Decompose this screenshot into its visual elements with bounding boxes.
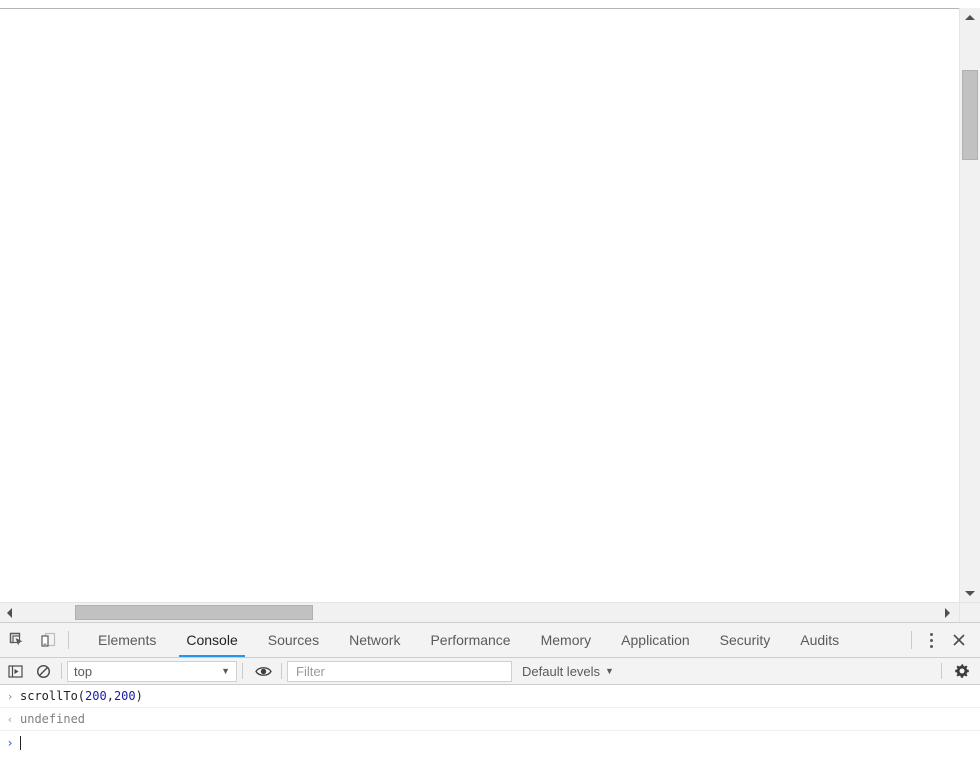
text-caret [20, 736, 21, 750]
token-plain: scrollTo( [20, 689, 85, 703]
prompt-chevron-icon: › [0, 736, 20, 750]
console-prompt-row[interactable]: › [0, 731, 980, 755]
toolbar-divider [61, 663, 62, 679]
eye-icon[interactable] [250, 659, 276, 683]
chevron-down-icon: ▼ [605, 666, 614, 676]
page-content-area[interactable] [0, 9, 959, 602]
tab-label: Audits [800, 632, 839, 648]
devtools-window: Elements Console Sources Network Perform… [0, 0, 980, 782]
tab-network[interactable]: Network [334, 623, 415, 657]
toolbar-divider [911, 631, 912, 649]
tab-application[interactable]: Application [606, 623, 705, 657]
page-horizontal-scrollbar[interactable] [0, 602, 959, 622]
console-filter-input[interactable] [287, 661, 512, 682]
close-icon[interactable] [944, 627, 974, 653]
tab-label: Memory [541, 632, 592, 648]
console-toolbar-right-controls [936, 659, 980, 683]
tab-label: Performance [430, 632, 510, 648]
tab-performance[interactable]: Performance [415, 623, 525, 657]
console-sidebar-icon[interactable] [2, 659, 28, 683]
more-options-icon[interactable] [918, 627, 944, 653]
scrollbar-corner [959, 602, 980, 622]
result-chevron-icon: ‹ [0, 711, 20, 728]
chevron-down-icon: ▼ [221, 666, 230, 676]
toolbar-divider [242, 663, 243, 679]
input-chevron-icon: › [0, 688, 20, 705]
tabstrip-right-controls [905, 627, 980, 653]
device-toolbar-icon[interactable] [34, 626, 62, 654]
console-input-message[interactable]: › scrollTo(200,200) [0, 685, 980, 708]
toolbar-divider [68, 631, 69, 649]
console-input-text: scrollTo(200,200) [20, 688, 980, 705]
tab-label: Elements [98, 632, 156, 648]
devtools-panel: Elements Console Sources Network Perform… [0, 622, 980, 782]
execution-context-value: top [74, 664, 92, 679]
triangle-down-icon [965, 591, 975, 596]
scroll-left-button[interactable] [0, 603, 18, 622]
token-number: 200 [114, 689, 136, 703]
scroll-down-button[interactable] [960, 584, 980, 602]
toolbar-divider [281, 663, 282, 679]
tab-label: Security [720, 632, 771, 648]
scroll-right-button[interactable] [938, 603, 956, 622]
token-undefined: undefined [20, 712, 85, 726]
toolbar-divider [941, 663, 942, 679]
vertical-scrollbar-thumb[interactable] [962, 70, 978, 160]
execution-context-select[interactable]: top ▼ [67, 661, 237, 682]
triangle-right-icon [945, 608, 950, 618]
token-plain: ) [136, 689, 143, 703]
log-levels-value: Default levels [522, 664, 600, 679]
tab-label: Console [186, 632, 237, 648]
tab-label: Application [621, 632, 690, 648]
tab-elements[interactable]: Elements [83, 623, 171, 657]
devtools-tab-list: Elements Console Sources Network Perform… [83, 623, 854, 657]
tab-security[interactable]: Security [705, 623, 786, 657]
console-result-text: undefined [20, 711, 980, 728]
scroll-up-button[interactable] [960, 8, 980, 26]
token-plain: , [107, 689, 114, 703]
console-prompt-input[interactable] [20, 735, 980, 752]
console-result-message[interactable]: ‹ undefined [0, 708, 980, 731]
tab-label: Network [349, 632, 400, 648]
tab-label: Sources [268, 632, 319, 648]
page-viewport [0, 0, 980, 622]
tab-console[interactable]: Console [171, 623, 252, 657]
horizontal-scrollbar-thumb[interactable] [75, 605, 313, 620]
token-number: 200 [85, 689, 107, 703]
inspect-element-icon[interactable] [3, 626, 31, 654]
clear-console-icon[interactable] [30, 659, 56, 683]
page-vertical-scrollbar[interactable] [959, 8, 980, 602]
triangle-up-icon [965, 15, 975, 20]
console-toolbar: top ▼ Default levels ▼ [0, 658, 980, 685]
triangle-left-icon [7, 608, 12, 618]
tab-audits[interactable]: Audits [785, 623, 854, 657]
log-levels-select[interactable]: Default levels ▼ [522, 664, 614, 679]
devtools-tabstrip: Elements Console Sources Network Perform… [0, 623, 980, 658]
gear-icon[interactable] [949, 659, 975, 683]
tab-sources[interactable]: Sources [253, 623, 334, 657]
tab-memory[interactable]: Memory [526, 623, 607, 657]
console-message-list[interactable]: › scrollTo(200,200) ‹ undefined › [0, 685, 980, 781]
